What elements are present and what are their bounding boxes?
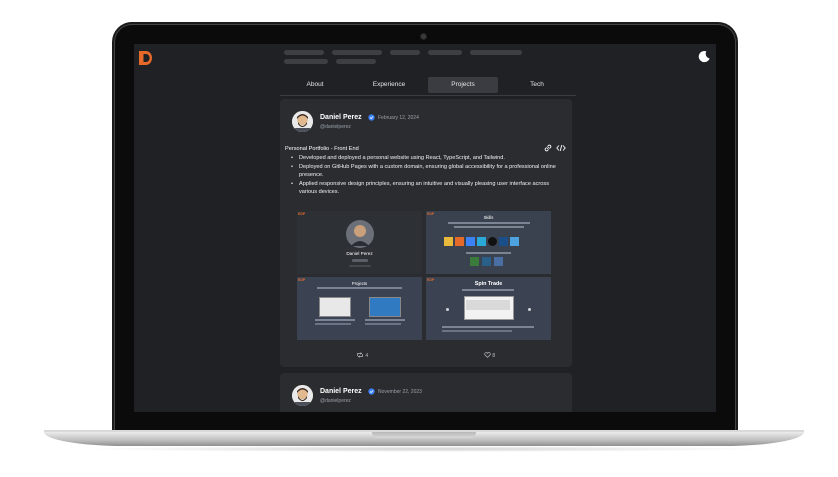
portrait-photo-icon	[346, 220, 374, 248]
like-count: 8	[492, 353, 496, 359]
post-bullets: Developed and deployed a personal websit…	[290, 154, 560, 197]
author-handle: @danielperez	[320, 124, 351, 130]
post-date: November 22, 2023	[378, 389, 422, 395]
avatar[interactable]	[292, 111, 313, 132]
thumb-title: Skills	[483, 215, 494, 220]
repost-icon	[357, 352, 363, 358]
project-screenshots-grid: EDP Daniel Perez EDP Skills EDP Projects…	[297, 211, 551, 340]
post-date: February 12, 2024	[378, 115, 419, 121]
list-item: Deployed on GitHub Pages with a custom d…	[290, 163, 560, 180]
post-actions	[544, 144, 566, 152]
project-post-card: Daniel Perez February 12, 2024 @danielpe…	[280, 99, 572, 367]
project-post-card: Daniel Perez November 22, 2023 @danielpe…	[280, 373, 572, 412]
author-name[interactable]: Daniel Perez	[320, 114, 362, 121]
tab-about[interactable]: About	[280, 77, 350, 93]
laptop-screen: About Experience Projects Tech Daniel Pe…	[134, 44, 716, 412]
screenshot-about[interactable]: EDP Daniel Perez	[297, 211, 422, 274]
link-icon[interactable]	[544, 144, 552, 152]
like-button[interactable]: 8	[484, 352, 495, 359]
tab-experience[interactable]: Experience	[354, 77, 424, 93]
screenshot-projects[interactable]: EDP Projects	[297, 277, 422, 340]
list-item: Applied responsive design principles, en…	[290, 180, 560, 197]
laptop-shadow	[80, 446, 768, 452]
section-tabs: About Experience Projects Tech	[280, 77, 576, 96]
brand-logo-icon[interactable]	[139, 50, 153, 66]
verified-badge-icon	[368, 388, 375, 395]
repost-button[interactable]: 4	[356, 352, 368, 359]
repost-count: 4	[365, 353, 369, 359]
webcam	[421, 34, 426, 39]
thumb-badge: EDP	[298, 212, 306, 216]
thumb-title: Daniel Perez	[346, 251, 373, 256]
author-handle: @danielperez	[320, 398, 351, 404]
list-item: Developed and deployed a personal websit…	[290, 154, 560, 163]
tab-projects[interactable]: Projects	[428, 77, 498, 93]
post-title: Personal Portfolio - Front End	[285, 146, 359, 152]
code-icon[interactable]	[556, 144, 566, 152]
screenshot-spin-trade[interactable]: EDP Spin Trade	[426, 277, 551, 340]
avatar[interactable]	[292, 385, 313, 406]
laptop-notch	[372, 432, 476, 438]
author-name[interactable]: Daniel Perez	[320, 388, 362, 395]
thumb-title: Projects	[351, 281, 368, 286]
heart-icon	[484, 352, 491, 358]
screenshot-skills[interactable]: EDP Skills	[426, 211, 551, 274]
tab-tech[interactable]: Tech	[502, 77, 572, 93]
post-footer: 4 8	[280, 352, 572, 362]
verified-badge-icon	[368, 114, 375, 121]
thumb-title: Spin Trade	[474, 281, 503, 287]
dark-mode-toggle-icon[interactable]	[698, 50, 711, 63]
blurred-header-links	[284, 48, 524, 70]
